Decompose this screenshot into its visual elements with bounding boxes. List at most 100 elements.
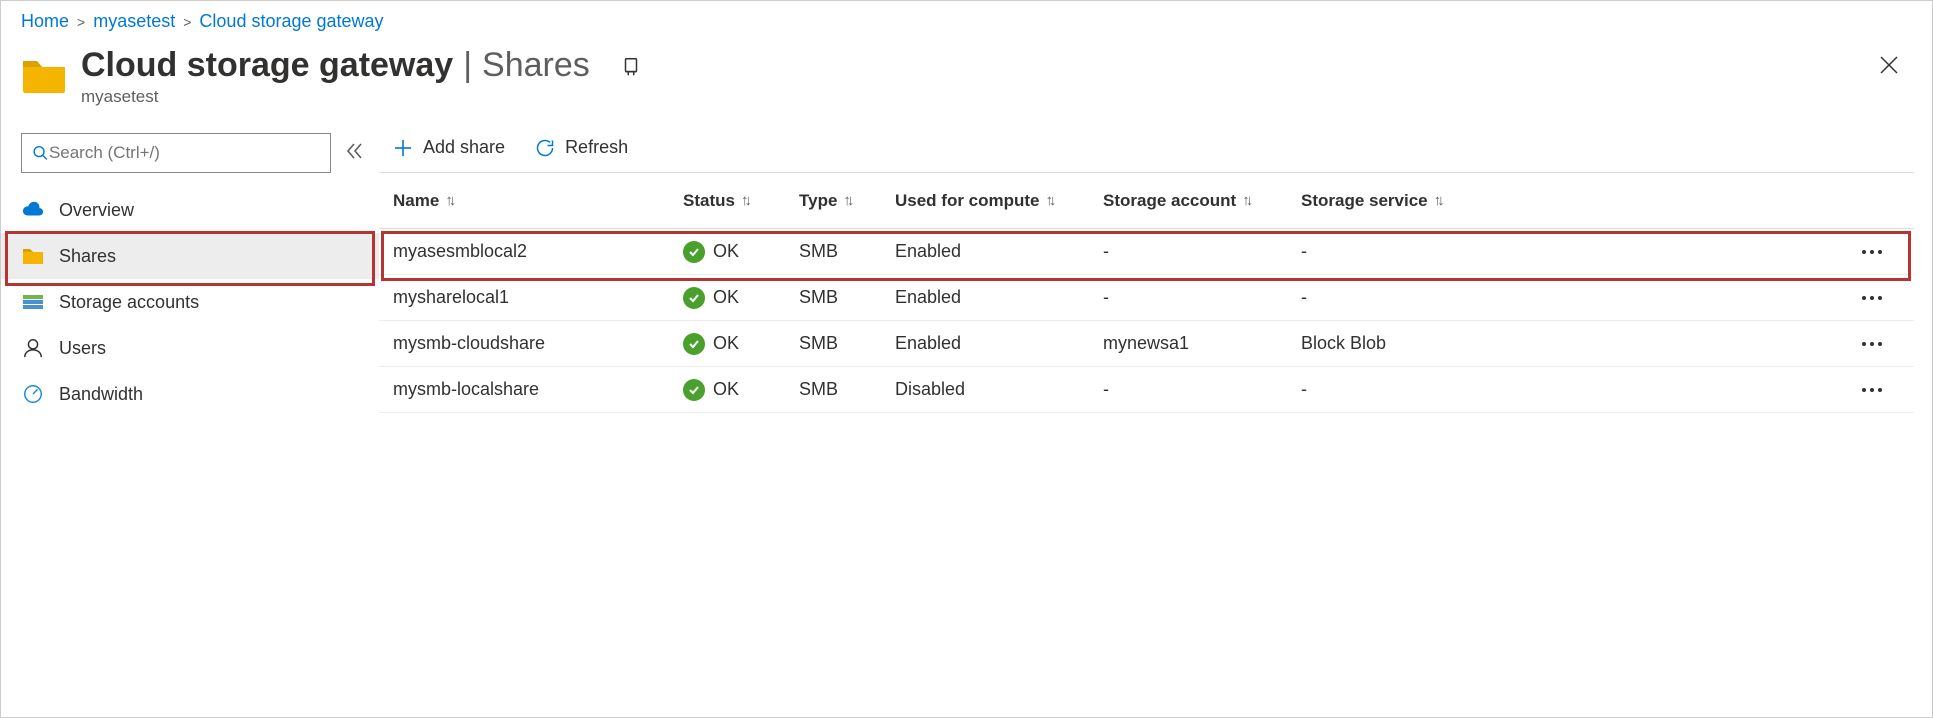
sidebar-item-label: Overview: [59, 200, 134, 221]
sidebar-item-shares[interactable]: Shares: [1, 233, 379, 279]
sort-icon: ↑↓: [1046, 192, 1053, 209]
col-status[interactable]: Status ↑↓: [683, 191, 799, 211]
col-storage-account[interactable]: Storage account ↑↓: [1103, 191, 1301, 211]
col-label: Used for compute: [895, 191, 1040, 211]
cell-storage-service: -: [1301, 287, 1844, 308]
more-icon: [1861, 341, 1883, 347]
cell-name: mysmb-cloudshare: [393, 333, 683, 354]
col-type[interactable]: Type ↑↓: [799, 191, 895, 211]
search-input[interactable]: [21, 133, 331, 173]
breadcrumb-separator-icon: >: [77, 14, 85, 30]
cell-storage-service: -: [1301, 241, 1844, 262]
more-icon: [1861, 249, 1883, 255]
breadcrumb-section[interactable]: Cloud storage gateway: [199, 11, 383, 32]
cell-name: mysharelocal1: [393, 287, 683, 308]
title-secondary: Shares: [482, 46, 590, 85]
sidebar-nav: Overview Shares Storage accounts Users: [1, 187, 379, 417]
row-more-button[interactable]: [1844, 295, 1900, 301]
col-label: Storage account: [1103, 191, 1236, 211]
col-compute[interactable]: Used for compute ↑↓: [895, 191, 1103, 211]
sidebar-item-label: Shares: [59, 246, 116, 267]
ok-check-icon: [683, 333, 705, 355]
col-name[interactable]: Name ↑↓: [393, 191, 683, 211]
cell-type: SMB: [799, 333, 895, 354]
button-label: Refresh: [565, 137, 628, 158]
sidebar-item-bandwidth[interactable]: Bandwidth: [1, 371, 379, 417]
breadcrumb-resource[interactable]: myasetest: [93, 11, 175, 32]
sort-icon: ↑↓: [1242, 192, 1249, 209]
breadcrumb-separator-icon: >: [183, 14, 191, 30]
cell-name: myasesmblocal2: [393, 241, 683, 262]
storage-icon: [21, 290, 45, 314]
sidebar-item-label: Users: [59, 338, 106, 359]
search-field[interactable]: [49, 143, 320, 163]
folder-icon: [21, 244, 45, 268]
sidebar-item-overview[interactable]: Overview: [1, 187, 379, 233]
ok-check-icon: [683, 287, 705, 309]
sidebar-item-label: Storage accounts: [59, 292, 199, 313]
sort-icon: ↑↓: [1434, 192, 1441, 209]
cell-storage-account: -: [1103, 379, 1301, 400]
sidebar-item-storage-accounts[interactable]: Storage accounts: [1, 279, 379, 325]
cell-compute: Enabled: [895, 287, 1103, 308]
row-more-button[interactable]: [1844, 249, 1900, 255]
table-row[interactable]: mysmb-cloudshareOKSMBEnabledmynewsa1Bloc…: [379, 321, 1914, 367]
cell-type: SMB: [799, 287, 895, 308]
cell-storage-account: -: [1103, 287, 1301, 308]
col-label: Storage service: [1301, 191, 1428, 211]
cloud-icon: [21, 198, 45, 222]
cell-storage-account: mynewsa1: [1103, 333, 1301, 354]
close-button[interactable]: [1874, 50, 1904, 80]
sort-icon: ↑↓: [445, 192, 452, 209]
sort-icon: ↑↓: [843, 192, 850, 209]
breadcrumb-home[interactable]: Home: [21, 11, 69, 32]
cell-status: OK: [683, 333, 799, 355]
cell-type: SMB: [799, 241, 895, 262]
page-header: Cloud storage gateway | Shares myasetest: [1, 40, 1932, 133]
cell-status: OK: [683, 379, 799, 401]
cell-status: OK: [683, 241, 799, 263]
table-header-row: Name ↑↓ Status ↑↓ Type ↑↓ Used for compute ↑…: [379, 173, 1914, 229]
sidebar-item-label: Bandwidth: [59, 384, 143, 405]
cell-storage-service: -: [1301, 379, 1844, 400]
breadcrumb: Home > myasetest > Cloud storage gateway: [1, 1, 1932, 40]
user-icon: [21, 336, 45, 360]
col-label: Status: [683, 191, 735, 211]
gauge-icon: [21, 382, 45, 406]
more-icon: [1861, 387, 1883, 393]
search-icon: [32, 144, 49, 162]
folder-icon: [21, 52, 67, 98]
refresh-icon: [535, 138, 555, 158]
sidebar: Overview Shares Storage accounts Users: [1, 133, 379, 417]
table-row[interactable]: myasesmblocal2OKSMBEnabled--: [379, 229, 1914, 275]
content-area: Add share Refresh Name ↑↓ Status ↑↓ Type ↑↓…: [379, 133, 1932, 413]
collapse-sidebar-button[interactable]: [341, 138, 367, 169]
shares-table: Name ↑↓ Status ↑↓ Type ↑↓ Used for compute ↑…: [379, 173, 1914, 413]
row-more-button[interactable]: [1844, 387, 1900, 393]
cell-type: SMB: [799, 379, 895, 400]
refresh-button[interactable]: Refresh: [535, 137, 628, 158]
sort-icon: ↑↓: [741, 192, 748, 209]
row-more-button[interactable]: [1844, 341, 1900, 347]
cell-compute: Disabled: [895, 379, 1103, 400]
col-storage-service[interactable]: Storage service ↑↓: [1301, 191, 1844, 211]
table-row[interactable]: mysharelocal1OKSMBEnabled--: [379, 275, 1914, 321]
page-subtitle: myasetest: [81, 87, 590, 107]
page-title: Cloud storage gateway | Shares: [81, 46, 590, 85]
cell-compute: Enabled: [895, 241, 1103, 262]
cell-compute: Enabled: [895, 333, 1103, 354]
plus-icon: [393, 138, 413, 158]
sidebar-item-users[interactable]: Users: [1, 325, 379, 371]
title-separator: |: [463, 46, 472, 85]
ok-check-icon: [683, 241, 705, 263]
pin-icon[interactable]: [620, 56, 642, 83]
cell-status: OK: [683, 287, 799, 309]
cell-storage-account: -: [1103, 241, 1301, 262]
cell-storage-service: Block Blob: [1301, 333, 1844, 354]
table-row[interactable]: mysmb-localshareOKSMBDisabled--: [379, 367, 1914, 413]
col-label: Type: [799, 191, 837, 211]
title-primary: Cloud storage gateway: [81, 46, 453, 85]
toolbar: Add share Refresh: [379, 133, 1914, 173]
col-label: Name: [393, 191, 439, 211]
add-share-button[interactable]: Add share: [393, 137, 505, 158]
